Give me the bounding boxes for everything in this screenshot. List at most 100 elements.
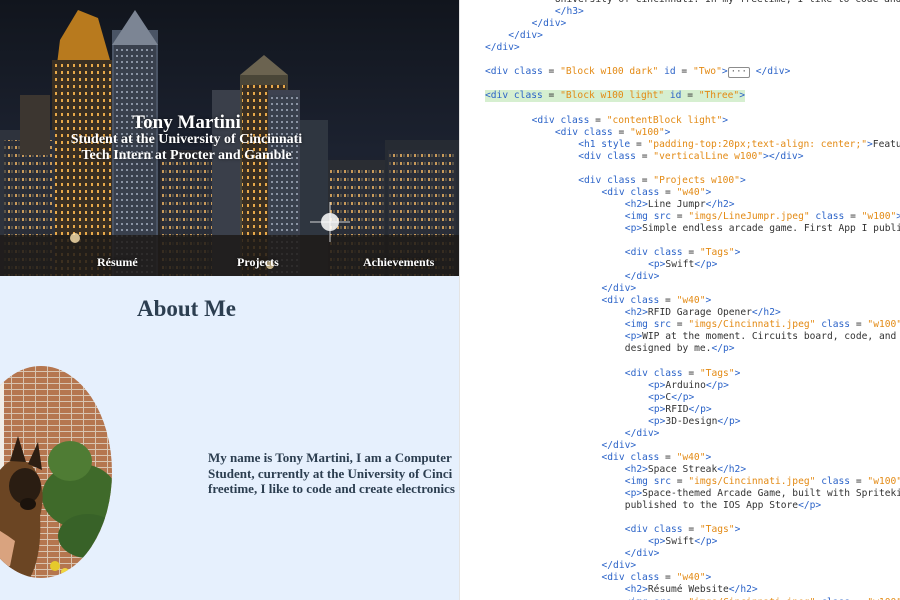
hero-subtitle-line2: Tech Intern at Procter and Gamble (81, 148, 292, 163)
code-line[interactable]: published to the IOS App Store</p> (625, 500, 821, 512)
code-token: > (722, 114, 729, 126)
code-line[interactable]: <p>WIP at the moment. Circuits board, co… (625, 331, 896, 343)
code-token: = (671, 476, 689, 487)
code-token: "w100" (867, 597, 900, 600)
code-line[interactable]: <h1 style = "padding-top:20px;text-align… (578, 139, 900, 151)
code-token: "Projects w100" (653, 174, 740, 186)
code-token: designed by me. (624, 343, 712, 355)
code-token: <p> (648, 403, 666, 415)
about-text-line: freetime, I like to code and create elec… (208, 481, 455, 496)
code-line[interactable]: <div class = "verticalLine w100"></div> (578, 151, 803, 163)
code-line[interactable]: </div> (532, 18, 567, 30)
code-token: = (671, 210, 689, 222)
nav-link-resume[interactable]: Résumé (97, 255, 138, 270)
code-token: > (896, 211, 900, 222)
code-token: "Two" (692, 66, 722, 78)
code-token: </p> (694, 259, 718, 271)
code-token: src (653, 210, 672, 222)
code-token: class (821, 319, 851, 331)
code-token: </div> (755, 66, 791, 78)
code-line[interactable]: <h2>Line Jumpr</h2> (625, 199, 735, 211)
code-line[interactable]: </div> (602, 283, 637, 295)
about-text-line: My name is Tony Martini, I am a Computer (208, 450, 452, 465)
code-line[interactable]: designed by me.</p> (625, 343, 735, 355)
code-line[interactable]: <p>3D-Design</p> (648, 416, 740, 428)
code-line[interactable]: </h3> (555, 6, 584, 18)
code-line[interactable]: <p>Space-themed Arcade Game, built with … (625, 488, 900, 500)
code-token: "w40" (676, 572, 706, 584)
code-line[interactable]: <div class = "Block w100 light" id = "Th… (485, 90, 745, 103)
code-line[interactable]: </div> (602, 560, 637, 572)
code-line[interactable]: </div> (602, 440, 637, 452)
code-token: = (682, 367, 700, 379)
code-line[interactable]: <p>RFID</p> (648, 404, 712, 416)
code-token: <p> (648, 415, 666, 427)
code-token: </p> (705, 379, 729, 391)
code-token: <h2> (624, 463, 648, 475)
code-line[interactable]: <div class = "Projects w100"> (578, 175, 746, 187)
code-line[interactable]: <h2>Résumé Website</h2> (625, 584, 758, 596)
code-token: > (705, 295, 712, 307)
code-line[interactable]: <img src = "imgs/Cincinnati.jpeg" class … (625, 597, 900, 600)
code-line[interactable]: <p>Simple endless arcade game. First App… (625, 223, 900, 235)
code-token: "w40" (676, 295, 706, 307)
code-token: <div (624, 367, 648, 379)
code-token: "imgs/Cincinnati.jpeg" (688, 319, 816, 331)
code-line[interactable]: <div class = "Tags"> (625, 524, 741, 536)
code-token: id (664, 66, 676, 78)
code-editor[interactable]: University of Cincinnati. In my freetime… (459, 0, 900, 600)
code-token: <h1 (578, 138, 596, 150)
code-line[interactable]: <div class = "w40"> (602, 295, 712, 307)
code-line[interactable]: </div> (625, 271, 660, 283)
code-token: = (850, 319, 868, 331)
code-line[interactable]: <div class = "contentBlock light"> (532, 115, 728, 127)
code-token: src (654, 597, 671, 600)
code-token: class (821, 476, 851, 487)
hero-banner: Tony Martini Student at the University o… (0, 0, 459, 276)
code-token: "Tags" (699, 247, 735, 259)
code-token: "w100" (630, 126, 665, 138)
fold-ellipsis-button[interactable]: ··· (727, 67, 750, 79)
code-token: class (630, 295, 660, 307)
code-line[interactable]: <div class = "Block w100 dark" id = "Two… (485, 66, 791, 79)
code-line[interactable]: <h2>Space Streak</h2> (625, 464, 746, 476)
code-token: published to the IOS App Store (624, 500, 799, 512)
code-line[interactable]: <img src = "imgs/Cincinnati.jpeg" class … (625, 476, 900, 488)
code-line[interactable]: <div class = "w40"> (602, 187, 712, 199)
code-line[interactable]: <div class = "w40"> (602, 452, 712, 464)
code-token: <p> (624, 222, 643, 234)
code-line[interactable]: </div> (625, 548, 660, 560)
nav-link-projects[interactable]: Projects (237, 255, 279, 270)
code-line[interactable]: <h2>RFID Garage Opener</h2> (625, 307, 781, 319)
code-line[interactable]: <img src = "imgs/LineJumpr.jpeg" class =… (625, 211, 900, 223)
about-paragraph: My name is Tony Martini, I am a Computer… (208, 450, 459, 497)
code-token: "Tags" (699, 367, 735, 379)
website-preview: Tony Martini Student at the University o… (0, 0, 459, 600)
code-line[interactable]: <div class = "Tags"> (625, 368, 741, 380)
code-token: Arduino (665, 379, 706, 391)
code-line[interactable]: <p>Swift</p> (648, 536, 717, 548)
code-line[interactable]: <p>Swift</p> (648, 259, 717, 271)
code-line[interactable]: </div> (508, 30, 543, 42)
code-line[interactable]: <p>C</p> (648, 392, 694, 404)
code-line[interactable]: <p>Arduino</p> (648, 380, 729, 392)
code-line[interactable]: <div class = "Tags"> (625, 247, 741, 259)
code-line[interactable]: <img src = "imgs/Cincinnati.jpeg" class … (625, 319, 900, 331)
code-token: </p> (688, 403, 712, 415)
nav-link-achievements[interactable]: Achievements (363, 255, 434, 270)
code-line[interactable]: <div class = "w40"> (602, 572, 712, 584)
code-token: Space-themed Arcade Game, built with Spr… (642, 488, 900, 500)
code-line[interactable]: University of Cincinnati. In my freetime… (555, 0, 900, 6)
code-token: <div (601, 295, 625, 307)
code-line[interactable]: </div> (485, 42, 520, 54)
code-token: </p> (711, 343, 735, 355)
code-token: </div> (624, 427, 660, 439)
code-token: class (560, 114, 590, 126)
code-token: <div (601, 572, 625, 584)
code-token: "imgs/LineJumpr.jpeg" (688, 210, 810, 222)
about-title: About Me (136, 296, 237, 321)
code-token: Line Jumpr (647, 198, 706, 210)
code-token: "padding-top:20px;text-align: center;" (647, 138, 868, 150)
code-line[interactable]: </div> (625, 428, 660, 440)
code-line[interactable]: <div class = "w100"> (555, 127, 671, 139)
